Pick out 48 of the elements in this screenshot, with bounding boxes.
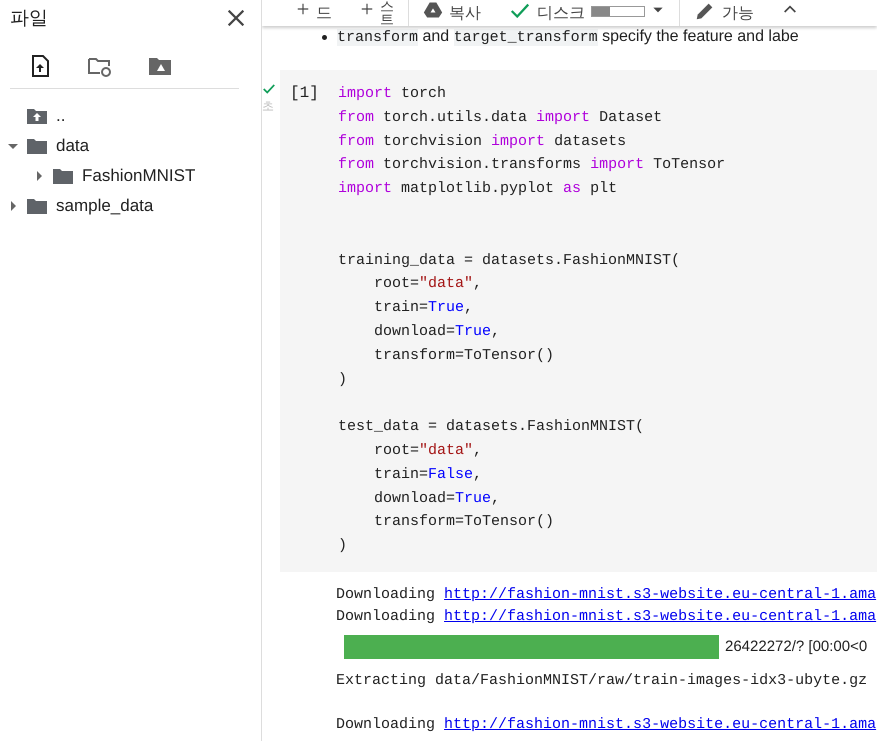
code-line: from torchvision import datasets: [338, 132, 628, 152]
toolbar-label[interactable]: 스트: [380, 0, 394, 26]
check-icon[interactable]: [262, 82, 276, 96]
code-line: test_data = datasets.FashionMNIST(: [338, 417, 646, 438]
folder-icon: [52, 167, 74, 185]
folder-up-icon: [26, 107, 48, 125]
code-line: transform=ToTensor(): [373, 512, 556, 532]
run-time: 초: [262, 98, 274, 115]
output-text: Extracting data/FashionMNIST/raw/train-images-idx3-ubyte.gz: [336, 672, 868, 689]
toolbar-label[interactable]: 가능: [722, 5, 754, 23]
download-link[interactable]: http://fashion-mnist.s3-website.eu-central-1.ama: [444, 716, 876, 733]
folder-icon: [26, 197, 48, 215]
code-line: download=True,: [373, 488, 502, 509]
code-line: ): [338, 370, 348, 390]
code-line: from torchvision.transforms import ToTensor: [338, 155, 726, 176]
sidebar-title: 파일: [10, 7, 48, 31]
code-line: import matplotlib.pyplot as plt: [338, 179, 618, 200]
file-tree-item[interactable]: data: [56, 136, 90, 156]
download-link[interactable]: http://fashion-mnist.s3-website.eu-central-1.ama: [444, 586, 876, 603]
plus-icon[interactable]: [360, 2, 374, 16]
code-line: training_data = datasets.FashionMNIST(: [338, 250, 682, 271]
download-link[interactable]: http://fashion-mnist.s3-website.eu-central-1.ama: [444, 608, 876, 625]
file-tree-item[interactable]: FashionMNIST: [82, 166, 196, 186]
code-line: train=True,: [373, 298, 474, 318]
code-line: from torch.utils.data import Dataset: [338, 108, 664, 128]
code-line: ): [338, 536, 348, 556]
note-text: transform and target_transform specify the feature and labe: [337, 28, 799, 46]
folder-icon: [26, 137, 48, 155]
code-line: download=True,: [373, 322, 502, 342]
output-text: Downloading: [336, 586, 436, 603]
code-line: import torch: [338, 84, 448, 104]
plus-icon[interactable]: [296, 2, 310, 16]
progress-text: 26422272/? [00:00<0: [725, 636, 868, 657]
code-line: root="data",: [373, 440, 484, 461]
close-icon[interactable]: [225, 7, 247, 29]
toolbar-label[interactable]: 드: [316, 5, 332, 23]
code-line: transform=ToTensor(): [373, 346, 556, 366]
bullet-icon: [322, 34, 327, 40]
output-text: Downloading: [336, 608, 436, 625]
output-text: Downloading: [336, 716, 436, 733]
code-line: root="data",: [373, 274, 484, 294]
code-line: train=False,: [373, 464, 484, 485]
toolbar-label[interactable]: 디스크: [537, 5, 585, 23]
toolbar-label[interactable]: 복사: [449, 5, 481, 23]
drive-icon[interactable]: [423, 0, 443, 20]
file-tree-item[interactable]: ..: [56, 106, 66, 126]
file-tree-item[interactable]: sample_data: [56, 196, 154, 216]
execution-count: [1]: [290, 83, 320, 104]
